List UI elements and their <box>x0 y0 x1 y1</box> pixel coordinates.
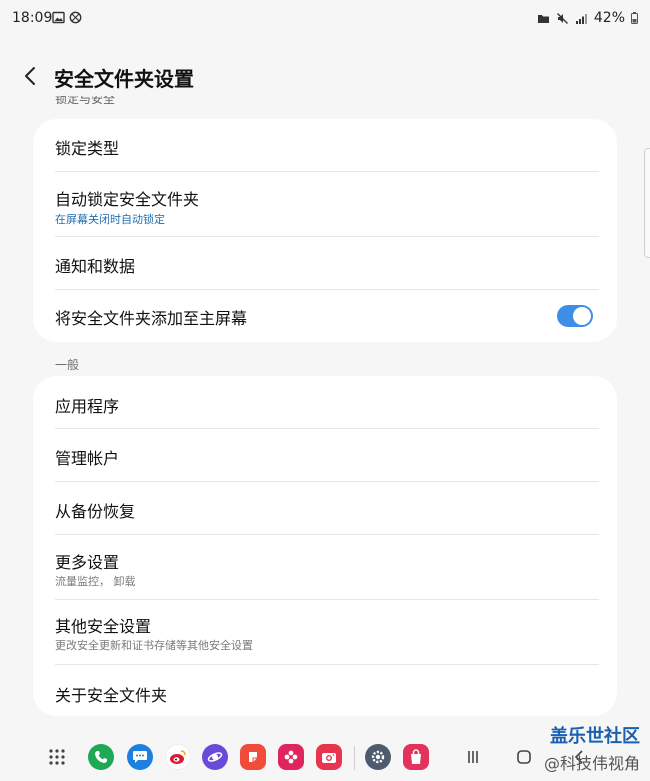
app-drawer-icon[interactable] <box>44 744 70 770</box>
gallery-icon <box>52 11 65 24</box>
back-button[interactable] <box>16 62 44 90</box>
chevron-left-icon <box>25 67 35 85</box>
setting-auto-lock[interactable]: 自动锁定安全文件夹 在屏幕关闭时自动锁定 <box>33 172 617 237</box>
battery-percent: 42% <box>593 10 625 26</box>
phone-icon[interactable] <box>88 744 114 770</box>
settings-icon[interactable] <box>365 744 391 770</box>
toggle-knob <box>573 307 591 325</box>
setting-other-security[interactable]: 其他安全设置 更改安全更新和证书存储等其他安全设置 <box>33 600 617 665</box>
notes-icon[interactable] <box>240 744 266 770</box>
setting-notifications-data[interactable]: 通知和数据 <box>33 237 617 290</box>
messages-icon[interactable] <box>127 744 153 770</box>
settings-card-lock: 锁定类型 自动锁定安全文件夹 在屏幕关闭时自动锁定 通知和数据 将安全文件夹添加… <box>33 119 617 342</box>
watermark-brand: 盖乐世社区 <box>550 726 640 747</box>
internet-icon[interactable] <box>202 744 228 770</box>
setting-add-to-home[interactable]: 将安全文件夹添加至主屏幕 <box>33 290 617 342</box>
setting-apps[interactable]: 应用程序 <box>33 376 617 429</box>
section-label-lock-security: 锁定与安全 <box>55 96 116 106</box>
folder-icon <box>537 14 549 23</box>
setting-more-settings[interactable]: 更多设置 流量监控， 卸载 <box>33 535 617 600</box>
store-icon[interactable] <box>403 744 429 770</box>
recents-icon[interactable] <box>460 744 486 770</box>
status-time: 18:09 <box>12 10 53 26</box>
taskbar-divider <box>354 746 355 770</box>
edge-panel-handle[interactable] <box>644 148 650 258</box>
camera-icon[interactable] <box>316 744 342 770</box>
watermark: 盖乐世社区 @科技伟视角 <box>544 722 640 774</box>
setting-manage-accounts[interactable]: 管理帐户 <box>33 429 617 482</box>
battery-icon <box>631 12 638 24</box>
home-icon[interactable] <box>511 744 537 770</box>
mute-icon <box>556 12 568 24</box>
status-bar: 18:09 42% <box>0 0 650 38</box>
app-header: 安全文件夹设置 <box>0 54 650 98</box>
watermark-author: @科技伟视角 <box>543 754 640 773</box>
setting-lock-type[interactable]: 锁定类型 <box>33 119 617 172</box>
block-icon <box>69 11 82 24</box>
settings-card-general: 应用程序 管理帐户 从备份恢复 更多设置 流量监控， 卸载 其他安全设置 更改安… <box>33 376 617 716</box>
section-label-general: 一般 <box>55 358 80 372</box>
setting-restore-backup[interactable]: 从备份恢复 <box>33 482 617 535</box>
weibo-icon[interactable] <box>165 744 191 770</box>
setting-about-secure-folder[interactable]: 关于安全文件夹 <box>33 665 617 716</box>
page-title: 安全文件夹设置 <box>54 67 194 91</box>
signal-icon <box>575 13 587 24</box>
flower-app-icon[interactable] <box>278 744 304 770</box>
add-to-home-toggle[interactable] <box>557 305 593 327</box>
